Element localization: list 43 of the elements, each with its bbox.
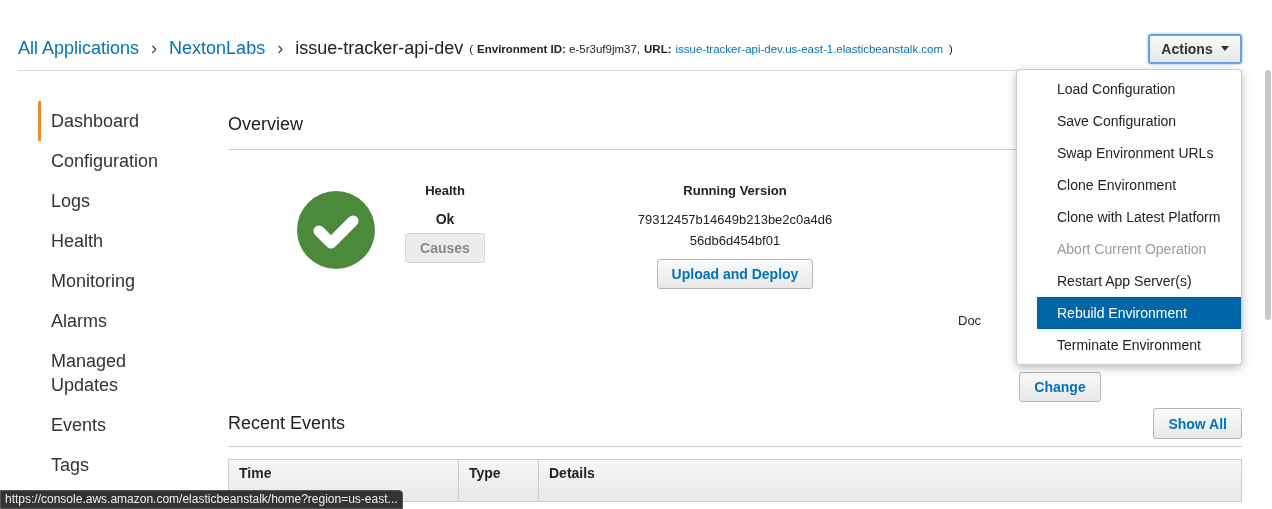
environment-id: Environment ID: e-5r3uf9jm37, xyxy=(477,42,641,55)
column-header: Details xyxy=(548,464,596,483)
parenthesis: ( xyxy=(469,42,474,55)
health-label: Health xyxy=(425,183,465,200)
menu-item[interactable]: Clone Environment xyxy=(1037,169,1241,201)
actions-button[interactable]: Actions xyxy=(1148,33,1242,64)
column-header: Type xyxy=(459,460,539,501)
version-label: 79312457b14649b213be2c0a4d6 xyxy=(637,211,833,229)
running-version-label: Running Version xyxy=(683,183,787,200)
sidebar-item[interactable]: Dashboard xyxy=(38,101,171,141)
sidebar-item[interactable]: Managed Updates xyxy=(38,341,171,405)
version-label: 56db6d454bf01 xyxy=(689,232,781,250)
platform-text: Doc xyxy=(958,313,982,328)
menu-item[interactable]: Save Configuration xyxy=(1037,105,1241,137)
sidebar-item[interactable]: Events xyxy=(38,405,171,445)
caret-icon xyxy=(1220,46,1229,51)
menu-item[interactable]: Rebuild Environment xyxy=(1037,297,1241,329)
sidebar-item[interactable]: Health xyxy=(38,221,171,261)
breadcrumb-current: issue-tracker-api-dev xyxy=(295,38,464,59)
check-circle-icon xyxy=(297,191,375,269)
change-button[interactable]: Change xyxy=(1019,372,1101,402)
environment-url-link[interactable]: issue-tracker-api-dev.us-east-1.elasticbeanstalk.com xyxy=(675,42,944,55)
upload-deploy-button[interactable]: Upload and Deploy xyxy=(656,259,814,289)
health-status: Ok xyxy=(435,211,455,229)
sidebar-item[interactable]: Alarms xyxy=(38,301,171,341)
section-title: Recent Events xyxy=(228,413,346,434)
menu-item[interactable]: Terminate Environment xyxy=(1037,329,1241,361)
menu-item[interactable]: Clone with Latest Platform xyxy=(1037,201,1241,233)
status-url-tooltip: https://console.aws.amazon.com/elasticbeanstalk/home?region=us-east... xyxy=(0,490,403,509)
show-all-button[interactable]: Show All xyxy=(1153,408,1242,439)
breadcrumb-link[interactable]: NextonLabs xyxy=(169,38,266,59)
menu-item[interactable]: Restart App Server(s) xyxy=(1037,265,1241,297)
sidebar-item[interactable]: Monitoring xyxy=(38,261,171,301)
breadcrumb-separator: › xyxy=(151,38,158,59)
scrollbar[interactable] xyxy=(1265,70,1271,320)
sidebar-item[interactable]: Logs xyxy=(38,181,171,221)
parenthesis: ) xyxy=(949,42,953,55)
breadcrumb-separator: › xyxy=(277,38,284,59)
url-label: URL: xyxy=(644,42,672,55)
menu-item[interactable]: Load Configuration xyxy=(1037,73,1241,105)
sidebar-item[interactable]: Tags xyxy=(38,445,171,485)
sidebar-item[interactable]: Configuration xyxy=(38,141,171,181)
breadcrumb-link[interactable]: All Applications xyxy=(18,38,140,59)
